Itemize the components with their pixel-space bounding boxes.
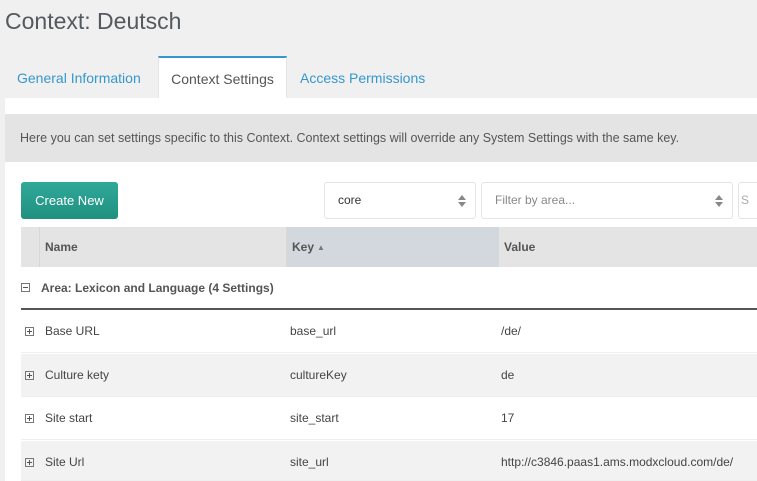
group-row[interactable]: Area: Lexicon and Language (4 Settings)	[21, 267, 757, 310]
group-label: Area: Lexicon and Language (4 Settings)	[41, 281, 274, 295]
expand-icon[interactable]	[25, 458, 34, 467]
column-header-name-label: Name	[45, 240, 78, 254]
table-row[interactable]: Base URL base_url /de/	[21, 310, 757, 353]
search-field-placeholder: S	[741, 193, 750, 207]
select-arrows-icon	[458, 195, 466, 207]
expand-icon[interactable]	[25, 327, 34, 336]
panel-description: Here you can set settings specific to th…	[5, 114, 757, 162]
column-header-name[interactable]: Name	[40, 227, 287, 267]
namespace-filter[interactable]: core	[324, 182, 476, 219]
expander-column-header	[21, 227, 40, 267]
table-row[interactable]: Site start site_start 17	[21, 397, 757, 440]
select-arrows-icon	[715, 195, 723, 207]
cell-name: Site start	[45, 411, 93, 425]
cell-key: site_start	[290, 411, 339, 425]
cell-value[interactable]: de	[501, 354, 514, 397]
search-field[interactable]: S	[738, 182, 757, 219]
sort-ascending-icon: ▲	[317, 243, 325, 252]
expand-icon[interactable]	[25, 371, 34, 380]
tab-general-information[interactable]: General Information	[5, 56, 158, 98]
create-new-button[interactable]: Create New	[21, 182, 118, 219]
column-header-value[interactable]: Value	[499, 227, 757, 267]
tab-access-permissions[interactable]: Access Permissions	[287, 56, 437, 98]
cell-key: cultureKey	[290, 368, 347, 382]
tab-bar: General Information Context Settings Acc…	[5, 56, 437, 99]
grid-header: Name Key ▲ Value	[21, 227, 757, 267]
cell-name: Site Url	[45, 455, 85, 469]
column-header-key[interactable]: Key ▲	[287, 227, 499, 267]
table-row[interactable]: Culture kety cultureKey de	[21, 354, 757, 397]
cell-value[interactable]: 17	[501, 397, 514, 440]
collapse-icon[interactable]	[21, 283, 30, 292]
column-header-key-label: Key	[292, 240, 315, 254]
tab-context-settings[interactable]: Context Settings	[158, 56, 287, 99]
cell-name: Culture kety	[45, 368, 110, 382]
area-filter-placeholder: Filter by area...	[495, 193, 576, 207]
cell-key: site_url	[290, 455, 329, 469]
cell-value[interactable]: /de/	[501, 310, 521, 353]
column-header-value-label: Value	[504, 240, 536, 254]
cell-key: base_url	[290, 324, 337, 338]
area-filter[interactable]: Filter by area...	[481, 182, 733, 219]
cell-value[interactable]: http://c3846.paas1.ams.modxcloud.com/de/	[501, 441, 733, 481]
namespace-filter-value: core	[338, 193, 362, 207]
expand-icon[interactable]	[25, 414, 34, 423]
table-row[interactable]: Site Url site_url http://c3846.paas1.ams…	[21, 441, 757, 481]
cell-name: Base URL	[45, 324, 100, 338]
page-title: Context: Deutsch	[5, 8, 182, 34]
